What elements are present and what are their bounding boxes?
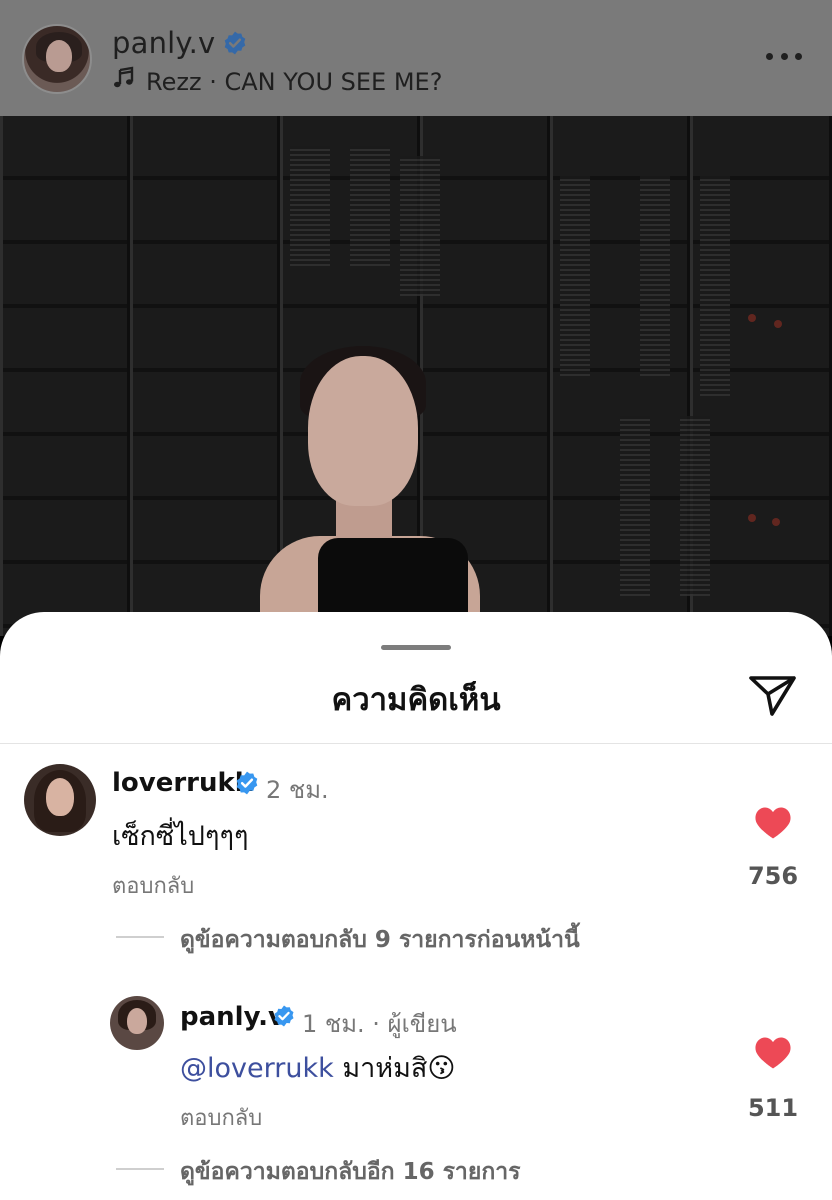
music-label: Rezz · CAN YOU SEE ME? <box>146 68 443 96</box>
verified-badge-icon <box>234 770 260 800</box>
sheet-drag-handle[interactable] <box>381 645 451 650</box>
more-options-icon[interactable] <box>766 48 802 64</box>
heart-icon[interactable] <box>754 806 792 840</box>
view-replies-line <box>116 1168 164 1170</box>
comment-time: 1 ชม. · ผู้เขียน <box>302 1010 457 1038</box>
sheet-title: ความคิดเห็น <box>331 682 501 718</box>
post-author-avatar[interactable] <box>22 24 92 94</box>
reply-button[interactable]: ตอบกลับ <box>112 868 194 903</box>
view-previous-replies[interactable]: ดูข้อความตอบกลับ 9 รายการก่อนหน้านี้ <box>180 922 580 958</box>
sheet-divider <box>0 743 832 744</box>
commenter-avatar[interactable] <box>110 996 164 1050</box>
mention-link[interactable]: @loverrukk <box>180 1053 334 1084</box>
verified-badge-icon <box>272 1004 296 1032</box>
comment-text-body: มาห่มสิ😗 <box>333 1053 456 1084</box>
verified-badge-icon <box>222 30 248 56</box>
post-image <box>0 116 832 636</box>
comment-username[interactable]: loverrukk <box>112 768 252 798</box>
view-replies-line <box>116 936 164 938</box>
comment-time: 2 ชม. <box>266 776 329 804</box>
post-photo-subject <box>140 346 500 636</box>
music-note-icon <box>112 66 138 96</box>
commenter-avatar[interactable] <box>24 764 96 836</box>
comment-text: @loverrukk มาห่มสิ😗 <box>180 1046 456 1089</box>
comment-text: เซ็กซี่ไปๆๆๆ <box>112 821 249 852</box>
like-count: 756 <box>747 862 799 890</box>
post-header: panly.v Rezz · CAN YOU SEE ME? <box>0 0 832 116</box>
view-more-replies[interactable]: ดูข้อความตอบกลับอีก 16 รายการ <box>180 1154 521 1190</box>
reply-button[interactable]: ตอบกลับ <box>180 1100 262 1135</box>
post-music[interactable]: Rezz · CAN YOU SEE ME? <box>112 66 442 96</box>
post-author-username[interactable]: panly.v <box>112 26 215 60</box>
comments-sheet: ความคิดเห็น loverrukk 2 ชม. เซ็กซี่ไปๆๆๆ… <box>0 612 832 1200</box>
heart-icon[interactable] <box>754 1036 792 1070</box>
send-icon[interactable] <box>748 672 798 718</box>
comment-username[interactable]: panly.v <box>180 1002 285 1032</box>
like-count: 511 <box>747 1094 799 1122</box>
